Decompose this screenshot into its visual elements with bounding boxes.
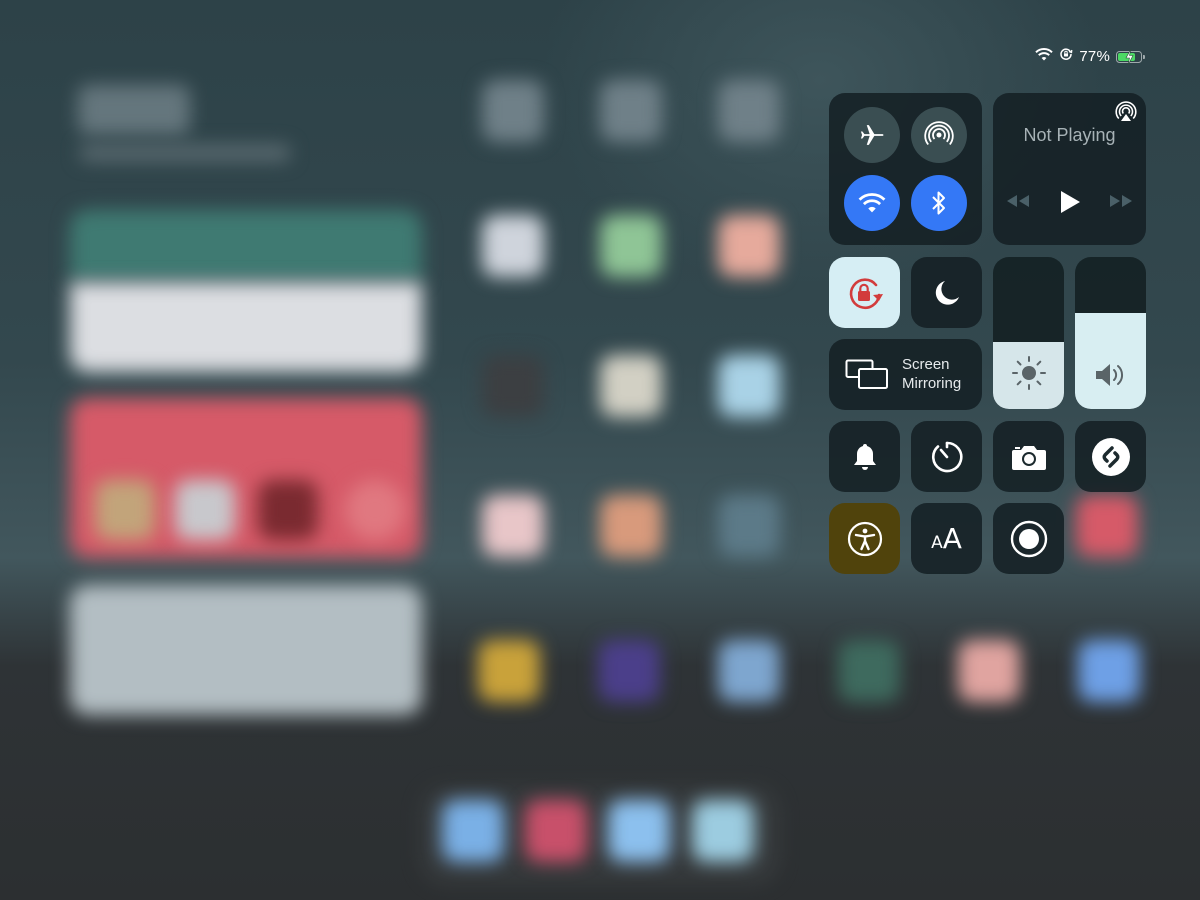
- blurred-app-icon: [600, 355, 662, 417]
- record-icon: [1010, 520, 1047, 557]
- speaker-icon: [1095, 364, 1123, 386]
- screen-mirroring-icon: [845, 359, 888, 389]
- accessibility-icon: [847, 521, 882, 556]
- blurred-app-icon: [718, 355, 780, 417]
- play-button[interactable]: [1059, 190, 1081, 219]
- fast-forward-icon: [1110, 195, 1132, 207]
- blurred-app-icon: [718, 640, 780, 702]
- timer-button[interactable]: [911, 421, 982, 492]
- blurred-app-icon: [718, 495, 780, 557]
- blurred-app-icon: [482, 80, 544, 142]
- blurred-date: [80, 145, 290, 161]
- blurred-album: [345, 480, 405, 540]
- airdrop-toggle[interactable]: [911, 107, 967, 163]
- fast-forward-button[interactable]: [1108, 193, 1134, 214]
- rewind-icon: [1007, 195, 1029, 207]
- do-not-disturb-toggle[interactable]: [911, 257, 982, 328]
- orientation-lock-icon: [849, 277, 883, 309]
- text-size-button[interactable]: AA: [911, 503, 982, 574]
- blurred-widget-shortcuts: [70, 585, 422, 715]
- airplay-button[interactable]: [1115, 101, 1137, 128]
- blurred-widget-news: [70, 282, 422, 372]
- brightness-slider[interactable]: [993, 257, 1064, 409]
- bluetooth-toggle[interactable]: [911, 175, 967, 231]
- blurred-app-icon: [1078, 640, 1140, 702]
- orientation-lock-icon: [1059, 47, 1073, 66]
- play-icon: [1061, 191, 1080, 213]
- connectivity-module: [829, 93, 982, 245]
- wifi-icon: [1035, 47, 1054, 66]
- screen-mirroring-label-line1: Screen: [902, 356, 950, 373]
- screen-mirroring-button[interactable]: Screen Mirroring: [829, 339, 982, 410]
- airplay-audio-icon: [1115, 101, 1137, 121]
- screen-mirroring-label: Screen Mirroring: [902, 355, 961, 393]
- blurred-dock-icon: [525, 800, 587, 862]
- blurred-album: [175, 480, 235, 540]
- now-playing-module[interactable]: Not Playing: [993, 93, 1146, 245]
- camera-icon: [1011, 445, 1046, 470]
- blurred-app-icon: [600, 215, 662, 277]
- blurred-dock-icon: [608, 800, 670, 862]
- blurred-app-icon: [482, 215, 544, 277]
- blurred-app-icon: [478, 640, 540, 702]
- blurred-app-icon: [718, 215, 780, 277]
- camera-button[interactable]: [993, 421, 1064, 492]
- blurred-app-icon: [718, 80, 780, 142]
- battery-icon: [1116, 48, 1145, 65]
- shazam-icon: [1091, 437, 1130, 476]
- wifi-toggle[interactable]: [844, 175, 900, 231]
- charging-bolt-icon: [1125, 48, 1134, 65]
- blurred-app-icon: [482, 495, 544, 557]
- sun-icon: [1011, 356, 1046, 390]
- blurred-app-icon: [958, 640, 1020, 702]
- blurred-dock-icon: [442, 800, 504, 862]
- blurred-app-icon: [482, 355, 544, 417]
- text-size-icon: AA: [931, 522, 962, 555]
- airplane-icon: [860, 125, 884, 145]
- screen-recording-button[interactable]: [993, 503, 1064, 574]
- blurred-app-icon: [838, 640, 900, 702]
- rewind-button[interactable]: [1005, 193, 1031, 214]
- bell-icon: [853, 443, 876, 470]
- shazam-button[interactable]: [1075, 421, 1146, 492]
- blurred-app-icon: [600, 495, 662, 557]
- bluetooth-icon: [932, 191, 945, 215]
- blurred-app-icon: [598, 640, 660, 702]
- blurred-dock-icon: [692, 800, 754, 862]
- airdrop-icon: [924, 121, 954, 146]
- volume-slider[interactable]: [1075, 257, 1146, 409]
- status-bar: 77%: [1035, 47, 1145, 66]
- wifi-icon: [858, 193, 886, 213]
- airplane-mode-toggle[interactable]: [844, 107, 900, 163]
- screen-mirroring-label-line2: Mirroring: [902, 375, 962, 392]
- timer-icon: [931, 441, 963, 472]
- silent-mode-toggle[interactable]: [829, 421, 900, 492]
- orientation-lock-toggle[interactable]: [829, 257, 900, 328]
- blurred-widget-weather: [70, 210, 422, 280]
- blurred-clock: [78, 85, 190, 135]
- now-playing-title: Not Playing: [1023, 125, 1116, 145]
- blurred-album: [258, 480, 318, 540]
- moon-icon: [935, 280, 959, 305]
- blurred-album: [95, 480, 155, 540]
- blurred-app-icon: [600, 80, 662, 142]
- accessibility-shortcut-button[interactable]: [829, 503, 900, 574]
- battery-percent: 77%: [1079, 48, 1110, 65]
- blurred-app-icon: [1076, 495, 1138, 557]
